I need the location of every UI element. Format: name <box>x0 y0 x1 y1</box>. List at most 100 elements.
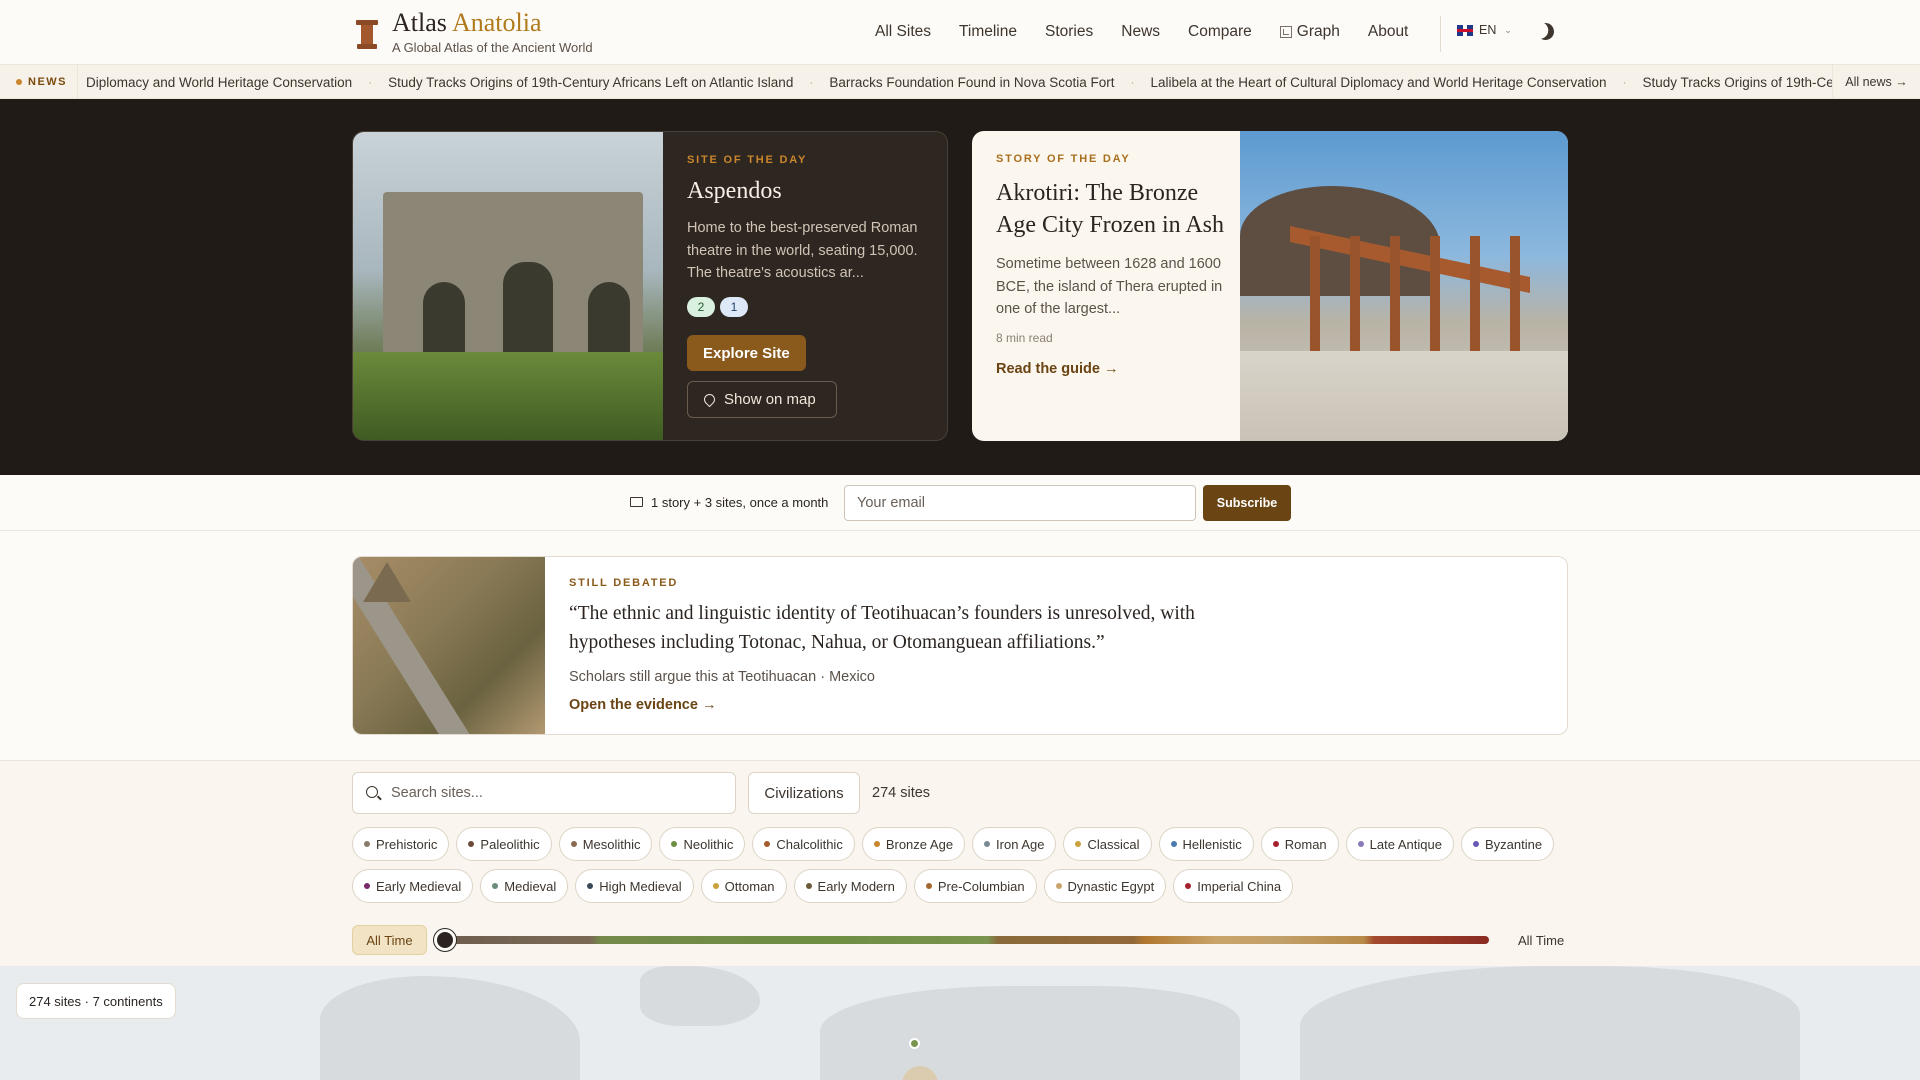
site-description: Home to the best-preserved Roman theatre… <box>687 220 918 281</box>
ticker-track: Diplomacy and World Heritage Conservatio… <box>86 74 1888 90</box>
moon-icon[interactable] <box>1535 21 1557 43</box>
period-color-dot <box>1472 841 1479 847</box>
period-color-dot <box>1055 883 1062 889</box>
ticker-item[interactable]: Diplomacy and World Heritage Conservatio… <box>86 75 352 90</box>
period-chip[interactable]: Chalcolithic <box>752 827 855 861</box>
time-range-badge[interactable]: All Time <box>352 925 427 955</box>
period-color-dot <box>1185 883 1192 889</box>
map-pin-icon <box>701 391 718 408</box>
period-chip[interactable]: Roman <box>1260 827 1339 861</box>
period-chip[interactable]: Bronze Age <box>861 827 966 861</box>
nav-stories[interactable]: Stories <box>1045 23 1093 41</box>
nav-graph[interactable]: Graph <box>1279 23 1340 41</box>
period-chip-label: Chalcolithic <box>776 836 843 852</box>
search-input[interactable] <box>391 773 721 813</box>
read-guide-link[interactable]: Read the guide → <box>996 361 1226 377</box>
subscribe-button[interactable]: Subscribe <box>1203 485 1291 521</box>
ticker-item[interactable]: Study Tracks Origins of 19th-Century Afr… <box>388 75 793 90</box>
nav-timeline[interactable]: Timeline <box>959 23 1017 41</box>
period-chip-label: Imperial China <box>1197 878 1282 894</box>
period-chip[interactable]: Mesolithic <box>558 827 653 861</box>
language-select[interactable]: EN ⌄ <box>1457 23 1512 37</box>
period-chip-label: Pre-Columbian <box>937 878 1025 894</box>
brand[interactable]: Atlas Anatolia A Global Atlas of the Anc… <box>356 8 593 55</box>
world-map[interactable]: 274 sites · 7 continents <box>0 966 1920 1080</box>
story-of-day-card[interactable]: STORY OF THE DAY Akrotiri: The Bronze Ag… <box>972 131 1568 441</box>
period-chip[interactable]: Classical <box>1063 827 1152 861</box>
period-chip-label: Late Antique <box>1369 836 1442 852</box>
period-color-dot <box>492 883 499 889</box>
newsletter-text: 1 story + 3 sites, once a month <box>651 495 829 510</box>
open-evidence-link[interactable]: Open the evidence → <box>569 697 1469 713</box>
period-chip[interactable]: Early Medieval <box>352 869 474 903</box>
period-chip-label: Early Modern <box>817 878 895 894</box>
debated-quote: “The ethnic and linguistic identity of T… <box>569 603 1195 653</box>
ticker-item[interactable]: Lalibela at the Heart of Cultural Diplom… <box>1150 75 1606 90</box>
period-chip[interactable]: High Medieval <box>575 869 694 903</box>
period-color-dot <box>984 841 991 847</box>
timeline-slider-track[interactable] <box>444 936 1489 944</box>
period-chip-label: Ottoman <box>724 878 775 894</box>
period-chip[interactable]: Prehistoric <box>352 827 450 861</box>
ticker-item[interactable]: Barracks Foundation Found in Nova Scotia… <box>829 75 1114 90</box>
period-chip[interactable]: Neolithic <box>659 827 746 861</box>
period-chip[interactable]: Late Antique <box>1345 827 1454 861</box>
nav-news[interactable]: News <box>1121 23 1160 41</box>
period-chip[interactable]: Pre-Columbian <box>913 869 1037 903</box>
period-chip-label: Roman <box>1284 836 1327 852</box>
period-chip[interactable]: Imperial China <box>1173 869 1294 903</box>
news-ticker: NEWS Diplomacy and World Heritage Conser… <box>0 65 1920 99</box>
read-time: 8 min read <box>996 331 1053 345</box>
still-debated-card[interactable]: STILL DEBATED “The ethnic and linguistic… <box>352 556 1568 735</box>
period-chip[interactable]: Hellenistic <box>1158 827 1254 861</box>
search-box[interactable] <box>352 772 736 814</box>
filter-panel: Civilizations 274 sites Prehistoric Paleo… <box>0 760 1920 966</box>
period-chip[interactable]: Medieval <box>480 869 569 903</box>
email-field[interactable] <box>844 485 1196 521</box>
period-chip[interactable]: Byzantine <box>1460 827 1555 861</box>
period-chip[interactable]: Early Modern <box>793 869 907 903</box>
period-color-dot <box>805 883 812 889</box>
period-chip-label: High Medieval <box>599 878 682 894</box>
ticker-label: NEWS <box>0 65 78 98</box>
all-news-link[interactable]: All news → <box>1832 65 1920 98</box>
period-chip[interactable]: Dynastic Egypt <box>1043 869 1167 903</box>
brand-title: Atlas Anatolia <box>392 8 542 37</box>
period-color-dot <box>364 841 370 847</box>
story-description: Sometime between 1628 and 1600 BCE, the … <box>996 256 1223 317</box>
main-nav: All Sites Timeline Stories News Compare … <box>875 0 1436 64</box>
site-image[interactable] <box>353 132 663 440</box>
period-chip-label: Classical <box>1087 836 1140 852</box>
column-icon <box>356 20 378 50</box>
period-chip-label: Mesolithic <box>582 836 641 852</box>
period-chip-label: Byzantine <box>1484 836 1543 852</box>
period-color-dot <box>764 841 771 847</box>
story-image <box>1240 131 1568 441</box>
period-color-dot <box>570 841 577 847</box>
badge: 1 <box>720 297 748 317</box>
badge: 2 <box>687 297 715 317</box>
explore-site-button[interactable]: Explore Site <box>687 335 806 371</box>
period-chip-label: Bronze Age <box>885 836 954 852</box>
site-header: Atlas Anatolia A Global Atlas of the Anc… <box>0 0 1920 65</box>
period-chip[interactable]: Paleolithic <box>456 827 552 861</box>
show-on-map-button[interactable]: Show on map <box>687 381 837 418</box>
period-chip-label: Medieval <box>504 878 557 894</box>
civilizations-button[interactable]: Civilizations <box>748 772 860 814</box>
period-color-dot <box>468 841 475 847</box>
newsletter-bar: 1 story + 3 sites, once a month Subscrib… <box>0 475 1920 531</box>
period-chip[interactable]: Ottoman <box>700 869 787 903</box>
period-chip[interactable]: Iron Age <box>972 827 1057 861</box>
timeline-slider-handle[interactable] <box>434 929 456 951</box>
nav-compare[interactable]: Compare <box>1188 23 1252 41</box>
nav-about[interactable]: About <box>1368 23 1409 41</box>
period-chips: Prehistoric Paleolithic Mesolithic Neolithi… <box>352 827 1582 911</box>
site-title: Aspendos <box>687 178 782 204</box>
period-color-dot <box>712 883 719 889</box>
map-marker[interactable] <box>909 1038 920 1049</box>
period-chip-label: Prehistoric <box>376 836 438 852</box>
site-badges: 2 1 <box>687 297 927 317</box>
nav-all-sites[interactable]: All Sites <box>875 23 931 41</box>
flag-uk-icon <box>1457 24 1473 36</box>
period-chip-label: Neolithic <box>683 836 734 852</box>
